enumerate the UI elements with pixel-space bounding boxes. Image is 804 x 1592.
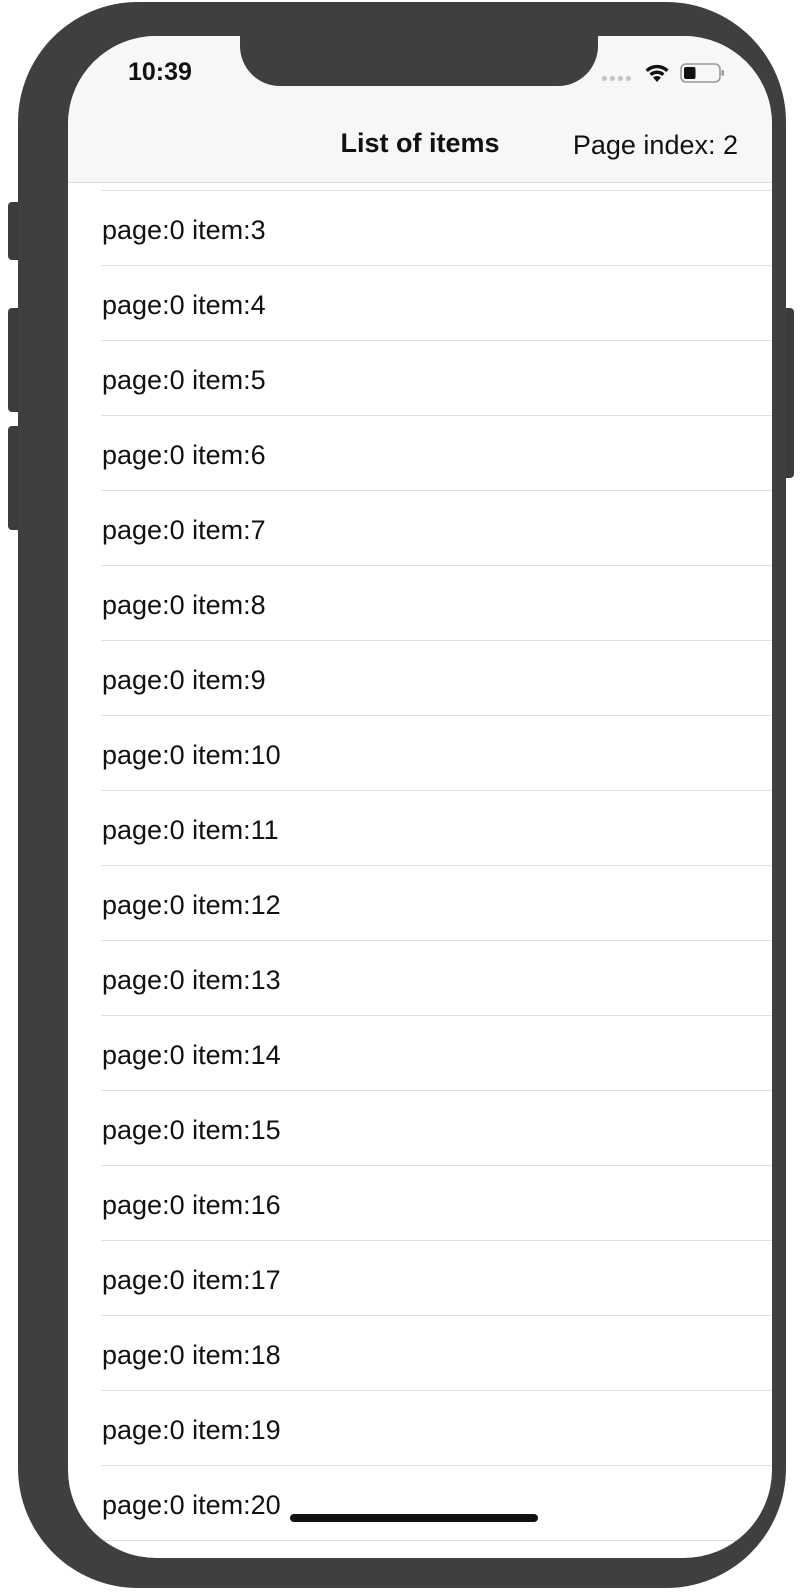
list-item-label: page:0 item:4 [102,290,266,320]
list-item[interactable]: page:0 item:11 [101,791,772,866]
list-item-label: page:0 item:3 [102,215,266,245]
list-item[interactable]: page:0 item:15 [101,1091,772,1166]
list-item[interactable]: page:0 item:4 [101,266,772,341]
list-item[interactable]: page:0 item:8 [101,566,772,641]
battery-icon [680,63,724,83]
page-index-label: Page index: 2 [572,130,738,160]
device-page: List of items Page index: 2 10:39 page:0… [0,0,804,1592]
list-item[interactable]: page:0 item:19 [101,1391,772,1466]
notch [240,36,598,86]
list-item[interactable]: page:0 item:17 [101,1241,772,1316]
list-item-label: page:0 item:12 [102,890,281,920]
list-item-label: page:0 item:19 [102,1415,281,1445]
list-item[interactable]: page:0 item:7 [101,491,772,566]
wifi-icon [645,64,669,82]
list-item-label: page:0 item:8 [102,590,266,620]
list-item-label: page:0 item:17 [102,1265,281,1295]
list-item[interactable]: page:0 item:6 [101,416,772,491]
cellular-signal-icon [602,76,631,81]
items-list[interactable]: page:0 item:3 page:0 item:4 page:0 item:5 p… [68,190,772,1541]
home-indicator[interactable] [290,1514,538,1522]
list-item-label: page:0 item:10 [102,740,281,770]
list-item-label: page:0 item:14 [102,1040,281,1070]
list-item[interactable]: page:0 item:10 [101,716,772,791]
list-item-label: page:0 item:20 [102,1490,281,1520]
list-item-label: page:0 item:5 [102,365,266,395]
list-item[interactable]: page:0 item:9 [101,641,772,716]
list-item-label: page:0 item:6 [102,440,266,470]
list-item-label: page:0 item:9 [102,665,266,695]
screen: List of items Page index: 2 10:39 page:0… [68,36,772,1558]
list-item[interactable]: page:0 item:12 [101,866,772,941]
list-item[interactable]: page:0 item:18 [101,1316,772,1391]
list-item[interactable]: page:0 item:5 [101,341,772,416]
list-item[interactable]: page:0 item:16 [101,1166,772,1241]
list-item[interactable]: page:0 item:20 [101,1466,772,1541]
list-item[interactable]: page:0 item:13 [101,941,772,1016]
list-item[interactable]: page:0 item:3 [101,190,772,266]
list-item-label: page:0 item:16 [102,1190,281,1220]
phone-frame: List of items Page index: 2 10:39 page:0… [18,2,786,1588]
status-time: 10:39 [128,58,192,86]
list-item[interactable]: page:0 item:14 [101,1016,772,1091]
list-item-label: page:0 item:15 [102,1115,281,1145]
list-item-label: page:0 item:11 [102,815,279,845]
list-item-label: page:0 item:7 [102,515,266,545]
list-item-label: page:0 item:18 [102,1340,281,1370]
list-item-label: page:0 item:13 [102,965,281,995]
